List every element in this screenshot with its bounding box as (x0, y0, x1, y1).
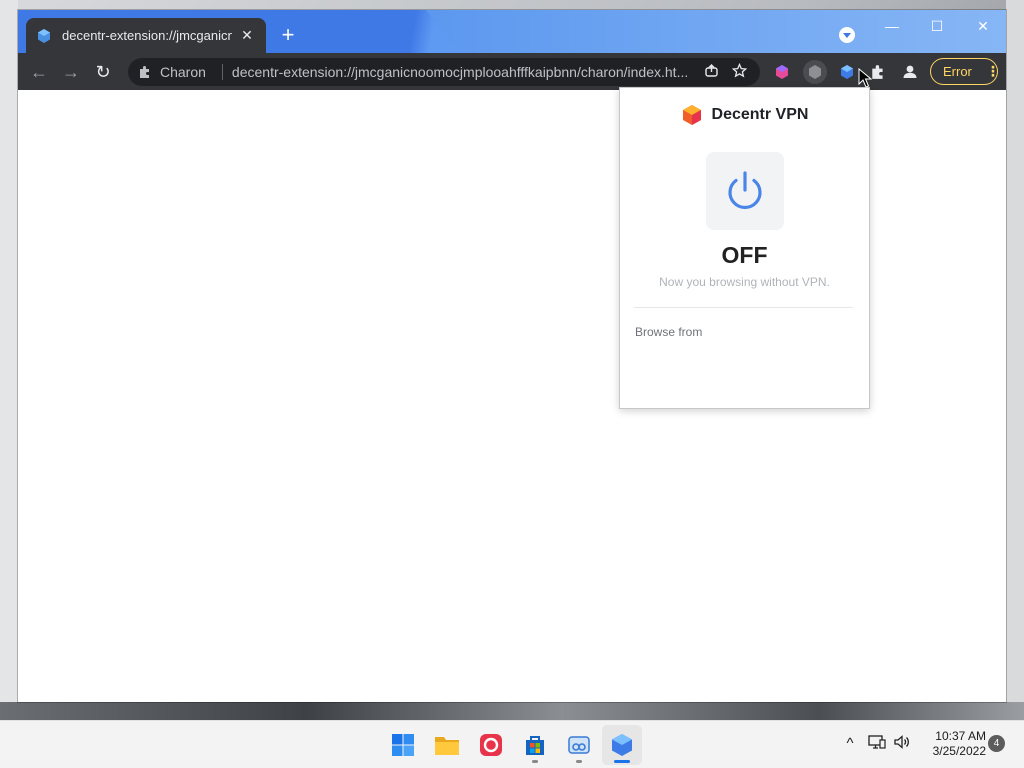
grey-extension-icon[interactable] (803, 60, 827, 84)
forward-button[interactable]: → (58, 59, 84, 85)
store-running-indicator (532, 760, 538, 763)
system-clock[interactable]: 10:37 AM 3/25/2022 (916, 729, 986, 759)
share-icon[interactable] (700, 63, 722, 82)
maximize-button[interactable]: ☐ (914, 12, 960, 40)
error-label: Error (943, 64, 972, 79)
vpn-power-button[interactable] (706, 152, 784, 230)
puzzle-icon (140, 66, 149, 78)
tab-search-icon[interactable] (839, 27, 855, 43)
tab-close-icon[interactable]: ✕ (238, 27, 256, 44)
decentr-vpn-popup: Decentr VPN OFF Now you browsing without… (619, 87, 870, 409)
extension-name: Charon (160, 64, 206, 80)
vpn-status: OFF (721, 242, 768, 268)
mouse-cursor-icon (858, 68, 872, 88)
address-bar[interactable]: Charon decentr-extension://jmcganicnoomo… (128, 58, 760, 86)
bookmark-star-icon[interactable] (728, 62, 750, 82)
decentr-browser-icon[interactable] (608, 731, 636, 759)
desktop-right-edge (1006, 0, 1024, 720)
url-text: decentr-extension://jmcganicnoomocjmploo… (231, 64, 689, 80)
notification-badge[interactable]: 4 (988, 735, 1005, 752)
title-bar: decentr-extension://jmcganicnoomocjmploo… (18, 10, 1006, 53)
clock-time: 10:37 AM (935, 729, 986, 743)
profile-icon[interactable] (898, 60, 922, 84)
browse-from-label: Browse from (635, 325, 703, 339)
omnibox-separator (221, 64, 223, 80)
microsoft-store-icon[interactable] (521, 731, 549, 759)
browser-active-indicator (614, 760, 630, 763)
decentr-logo-icon (682, 105, 701, 125)
power-icon (728, 171, 762, 210)
reload-button[interactable]: ↻ (90, 59, 116, 85)
popup-header: Decentr VPN (620, 104, 869, 126)
decentr-vpn-extension-icon[interactable] (835, 60, 859, 84)
tray-chevron-icon[interactable]: ^ (840, 734, 860, 754)
file-explorer-icon[interactable] (433, 731, 461, 759)
network-icon[interactable] (867, 734, 887, 754)
snipping-running-indicator (576, 760, 582, 763)
vpn-status-message: Now you browsing without VPN. (659, 275, 830, 289)
new-tab-button[interactable]: + (276, 24, 300, 48)
windows-start-icon[interactable] (389, 731, 417, 759)
more-menu-icon: ⋮ (985, 63, 1000, 79)
back-button[interactable]: ← (26, 59, 52, 85)
close-window-button[interactable]: ✕ (960, 12, 1006, 40)
decentr-favicon-icon (38, 28, 50, 43)
tab-title: decentr-extension://jmcganicnoomocjmploo… (62, 28, 232, 43)
popup-title: Decentr VPN (711, 106, 809, 123)
popup-divider (634, 307, 853, 308)
decentr-extension-icon[interactable] (770, 60, 794, 84)
creative-cloud-icon[interactable] (477, 731, 505, 759)
error-menu-button[interactable]: Error ⋮ (930, 58, 1000, 85)
active-tab[interactable]: decentr-extension://jmcganicnoomocjmploo… (26, 18, 266, 53)
extension-origin: Charon (138, 64, 206, 80)
desktop-left-edge (0, 0, 18, 720)
clock-date: 3/25/2022 (932, 744, 986, 758)
volume-icon[interactable] (892, 734, 912, 754)
snipping-icon[interactable] (565, 731, 593, 759)
minimize-button[interactable]: — (869, 12, 915, 40)
desktop-wallpaper-strip (0, 702, 1024, 720)
